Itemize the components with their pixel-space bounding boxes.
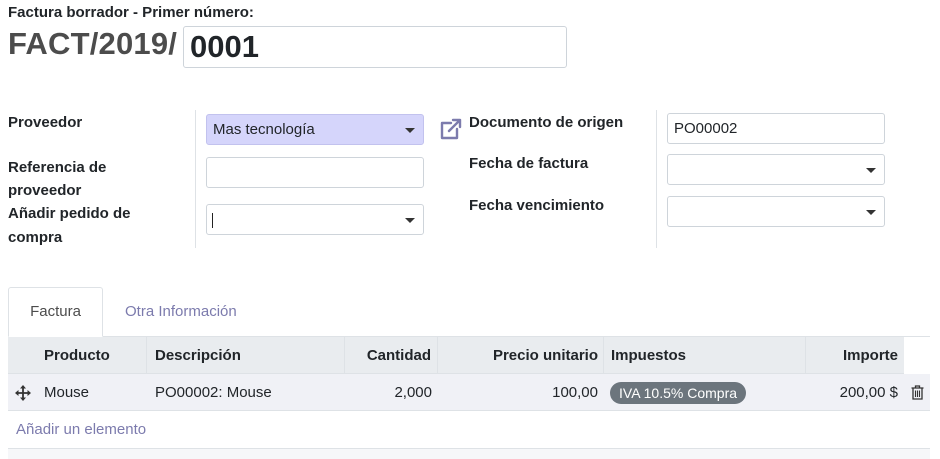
invoice-number-prefix: FACT/2019/ bbox=[8, 26, 178, 61]
column-separator-left bbox=[195, 110, 196, 248]
tax-badge[interactable]: IVA 10.5% Compra bbox=[610, 382, 747, 404]
dropdown-caret-icon bbox=[866, 168, 876, 173]
column-separator bbox=[146, 337, 147, 374]
text-cursor bbox=[212, 213, 213, 228]
cell-producto[interactable]: Mouse bbox=[44, 374, 89, 411]
column-header-importe[interactable]: Importe bbox=[805, 337, 898, 374]
proveedor-select-value: Mas tecnología bbox=[213, 121, 315, 138]
dropdown-caret-icon bbox=[405, 128, 415, 133]
pedido-label-line2: compra bbox=[8, 229, 63, 246]
column-separator bbox=[603, 337, 604, 374]
column-header-descripcion[interactable]: Descripción bbox=[155, 337, 241, 374]
trash-icon[interactable] bbox=[911, 385, 924, 400]
cell-importe: 200,00 $ bbox=[839, 384, 898, 401]
dropdown-caret-icon bbox=[405, 218, 415, 223]
cell-descripcion[interactable]: PO00002: Mouse bbox=[155, 374, 272, 411]
documento-origen-input[interactable]: PO00002 bbox=[667, 113, 885, 144]
documento-origen-label: Documento de origen bbox=[469, 114, 624, 131]
move-handle-icon[interactable] bbox=[15, 385, 31, 401]
invoice-number-input[interactable]: 0001 bbox=[183, 26, 567, 68]
proveedor-select[interactable]: Mas tecnología bbox=[206, 114, 424, 145]
proveedor-label: Proveedor bbox=[8, 114, 83, 131]
column-separator-right bbox=[656, 110, 657, 248]
pedido-label-line1: Añadir pedido de bbox=[8, 205, 131, 222]
column-header-impuestos[interactable]: Impuestos bbox=[611, 337, 686, 374]
fecha-vencimiento-select[interactable] bbox=[667, 196, 885, 227]
cell-precio-unitario[interactable]: 100,00 bbox=[437, 374, 598, 411]
dropdown-caret-icon bbox=[866, 210, 876, 215]
table-row[interactable]: Mouse PO00002: Mouse 2,000 100,00 IVA 10… bbox=[8, 374, 930, 411]
tab-otra-informacion[interactable]: Otra Información bbox=[125, 287, 237, 337]
referencia-proveedor-input[interactable] bbox=[206, 157, 424, 188]
fecha-factura-select[interactable] bbox=[667, 154, 885, 185]
referencia-label-line1: Referencia de bbox=[8, 159, 107, 176]
draft-invoice-subtitle: Factura borrador - Primer número: bbox=[8, 4, 254, 21]
referencia-label-line2: proveedor bbox=[8, 182, 82, 199]
table-footer bbox=[8, 449, 930, 459]
column-header-cantidad[interactable]: Cantidad bbox=[344, 337, 431, 374]
cell-cantidad[interactable]: 2,000 bbox=[344, 374, 432, 411]
invoice-lines-table-header: Producto Descripción Cantidad Precio uni… bbox=[8, 337, 930, 374]
column-header-precio-unitario[interactable]: Precio unitario bbox=[437, 337, 598, 374]
header-end-cell bbox=[904, 337, 930, 374]
external-link-icon[interactable] bbox=[438, 116, 464, 142]
tab-factura[interactable]: Factura bbox=[8, 287, 103, 337]
fecha-factura-label: Fecha de factura bbox=[469, 155, 589, 172]
anadir-pedido-select[interactable] bbox=[206, 204, 424, 235]
column-header-producto[interactable]: Producto bbox=[44, 337, 110, 374]
fecha-vencimiento-label: Fecha vencimiento bbox=[469, 197, 605, 214]
add-line-link[interactable]: Añadir un elemento bbox=[16, 421, 146, 438]
